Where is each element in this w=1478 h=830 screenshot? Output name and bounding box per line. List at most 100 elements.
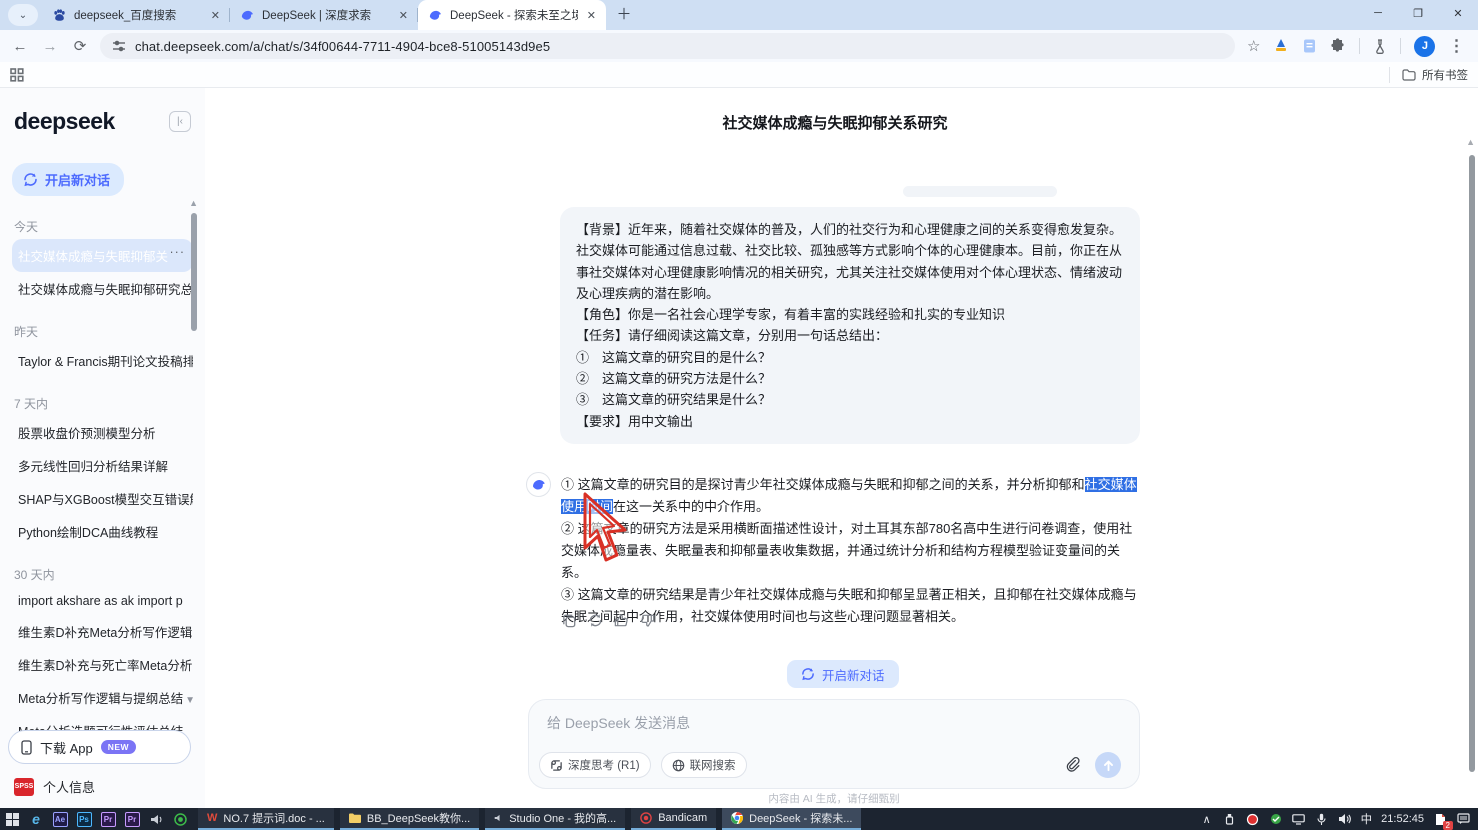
chat-history-list: 今天 社交媒体成瘾与失眠抑郁关 ··· 社交媒体成瘾与失眠抑郁研究总 昨天 Ta…	[0, 196, 205, 747]
sidebar-collapse-icon[interactable]: |‹	[169, 111, 191, 132]
sidebar-scroll-up-icon[interactable]: ▲	[189, 198, 198, 208]
tab-close-icon[interactable]: ✕	[585, 9, 598, 22]
download-app-button[interactable]: 下载 App NEW	[8, 730, 191, 764]
browser-toolbar: ← → ⟳ chat.deepseek.com/a/chat/s/34f0064…	[0, 30, 1478, 62]
tray-display-icon[interactable]	[1292, 812, 1306, 826]
browser-tab-deepseek-home[interactable]: DeepSeek | 深度求索 ✕	[230, 0, 418, 30]
thumbs-up-icon[interactable]	[613, 612, 630, 629]
action-center-icon[interactable]	[1456, 812, 1470, 826]
tray-microphone-icon[interactable]	[1315, 812, 1329, 826]
screen: ⌄ deepseek_百度搜索 ✕ DeepSeek | 深度求索 ✕ Deep…	[0, 0, 1478, 830]
composer-placeholder[interactable]: 给 DeepSeek 发送消息	[547, 713, 690, 733]
history-item[interactable]: SHAP与XGBoost模型交互错误解	[12, 482, 193, 515]
taskbar-window-studio-one[interactable]: Studio One - 我的高...	[485, 808, 625, 830]
history-item[interactable]: 社交媒体成瘾与失眠抑郁研究总	[12, 272, 193, 305]
copy-icon[interactable]	[561, 612, 578, 629]
history-item[interactable]: import akshare as ak import p	[12, 587, 193, 615]
taskbar-after-effects-icon[interactable]: Ae	[48, 808, 72, 830]
history-item[interactable]: 维生素D补充Meta分析写作逻辑	[12, 615, 193, 648]
deep-think-toggle[interactable]: 深度思考 (R1)	[539, 752, 651, 778]
page-scroll-up-icon[interactable]: ▲	[1466, 137, 1475, 147]
history-item[interactable]: 多元线性回归分析结果详解	[12, 449, 193, 482]
composer-toggles: 深度思考 (R1) 联网搜索	[539, 752, 747, 778]
browser-tab-baidu[interactable]: deepseek_百度搜索 ✕	[42, 0, 230, 30]
tray-bandicam-record-icon[interactable]	[1246, 812, 1260, 826]
new-chat-icon	[801, 667, 815, 681]
sidebar-scrollbar[interactable]	[191, 213, 197, 331]
message-composer[interactable]: 给 DeepSeek 发送消息 深度思考 (R1) 联网搜索	[528, 699, 1140, 789]
extensions-puzzle-icon[interactable]	[1330, 38, 1346, 54]
new-chat-button[interactable]: 开启新对话	[12, 163, 124, 196]
web-search-label: 联网搜索	[690, 757, 736, 773]
apps-grid-icon[interactable]	[10, 68, 24, 82]
extension-flask-icon[interactable]	[1373, 39, 1387, 54]
window-close-button[interactable]: ✕	[1438, 0, 1478, 26]
extension-scope-icon[interactable]	[1273, 38, 1289, 54]
previous-message-remnant	[903, 186, 1057, 197]
taskbar-record-icon[interactable]	[168, 808, 192, 830]
bookmark-star-icon[interactable]: ☆	[1247, 37, 1260, 55]
history-item[interactable]: Taylor & Francis期刊论文投稿排	[12, 344, 193, 377]
profile-label: 个人信息	[43, 777, 95, 796]
address-bar[interactable]: chat.deepseek.com/a/chat/s/34f00644-7711…	[100, 33, 1235, 59]
taskbar-window-chrome-deepseek[interactable]: DeepSeek - 探索未...	[722, 808, 861, 830]
profile-avatar[interactable]: J	[1414, 36, 1435, 57]
history-item[interactable]: Meta分析写作逻辑与提纲总结	[12, 681, 193, 714]
tab-title: DeepSeek - 探索未至之境	[450, 7, 578, 23]
tray-clock[interactable]: 21:52:45	[1381, 813, 1424, 825]
site-settings-icon[interactable]	[112, 39, 126, 53]
tray-usb-icon[interactable]	[1223, 812, 1237, 826]
taskbar-photoshop-icon[interactable]: Ps	[72, 808, 96, 830]
tray-app-with-badge-icon[interactable]: 2	[1433, 812, 1447, 826]
history-item[interactable]: 股票收盘价预测模型分析	[12, 416, 193, 449]
forward-icon[interactable]: →	[40, 38, 60, 55]
tray-volume-icon[interactable]	[1338, 812, 1352, 826]
item-more-icon[interactable]: ···	[170, 245, 186, 259]
tab-close-icon[interactable]: ✕	[209, 9, 222, 22]
attach-paperclip-icon[interactable]	[1063, 755, 1083, 775]
send-button[interactable]	[1095, 752, 1121, 778]
taskbar-premiere-2-icon[interactable]: Pr	[120, 808, 144, 830]
taskbar-window-bandicam[interactable]: Bandicam	[631, 808, 716, 830]
taskbar-window-label: Bandicam	[658, 812, 707, 824]
taskbar-window-word-doc[interactable]: W NO.7 提示词.doc - ...	[198, 808, 334, 830]
tray-network-green-icon[interactable]	[1269, 812, 1283, 826]
profile-entry[interactable]: SPSS 个人信息	[14, 777, 95, 796]
history-item[interactable]: Python绘制DCA曲线教程	[12, 515, 193, 548]
tab-search-chevron-icon[interactable]: ⌄	[8, 4, 38, 26]
new-tab-button[interactable]: ＋	[612, 3, 636, 27]
deepseek-favicon-icon	[428, 8, 443, 23]
taskbar-window-folder[interactable]: BB_DeepSeek教你...	[340, 808, 479, 830]
regenerate-icon[interactable]	[587, 612, 604, 629]
window-minimize-button[interactable]: ─	[1358, 0, 1398, 26]
reload-icon[interactable]: ⟳	[70, 37, 90, 55]
extension-notes-icon[interactable]	[1302, 38, 1317, 54]
history-item-title: 股票收盘价预测模型分析	[18, 427, 156, 441]
sidebar-chevron-down-icon[interactable]: ▼	[185, 695, 195, 706]
web-search-toggle[interactable]: 联网搜索	[661, 752, 747, 778]
tray-ime-indicator[interactable]: 中	[1361, 811, 1373, 827]
user-message: 【背景】近年来，随着社交媒体的普及，人们的社交行为和心理健康之间的关系变得愈发复…	[560, 207, 1140, 444]
baidu-favicon-icon	[52, 8, 67, 23]
browser-menu-icon[interactable]: ⋮	[1448, 36, 1464, 56]
history-item[interactable]: 维生素D补充与死亡率Meta分析	[12, 648, 193, 681]
assistant-avatar	[526, 472, 551, 497]
page-scrollbar[interactable]	[1469, 155, 1475, 772]
history-group-label: 昨天	[14, 323, 193, 340]
start-new-chat-button[interactable]: 开启新对话	[787, 660, 899, 688]
taskbar-premiere-icon[interactable]: Pr	[96, 808, 120, 830]
start-button[interactable]	[0, 808, 24, 830]
back-icon[interactable]: ←	[10, 38, 30, 55]
deepseek-logo: deepseek	[14, 108, 115, 135]
user-message-paragraph: 【任务】请仔细阅读这篇文章，分别用一句话总结出：	[576, 325, 1124, 346]
thumbs-down-icon[interactable]	[639, 612, 656, 629]
browser-tab-deepseek-chat[interactable]: DeepSeek - 探索未至之境 ✕	[418, 0, 606, 30]
all-bookmarks[interactable]: 所有书签	[1389, 67, 1468, 83]
history-item-selected[interactable]: 社交媒体成瘾与失眠抑郁关 ···	[12, 239, 193, 272]
history-item-title: Python绘制DCA曲线教程	[18, 526, 158, 540]
taskbar-studio-one-quicklaunch-icon[interactable]	[144, 808, 168, 830]
taskbar-ie-icon[interactable]: e	[24, 808, 48, 830]
tray-expand-icon[interactable]: ∧	[1200, 812, 1214, 826]
window-restore-button[interactable]: ❐	[1398, 0, 1438, 26]
tab-close-icon[interactable]: ✕	[397, 9, 410, 22]
